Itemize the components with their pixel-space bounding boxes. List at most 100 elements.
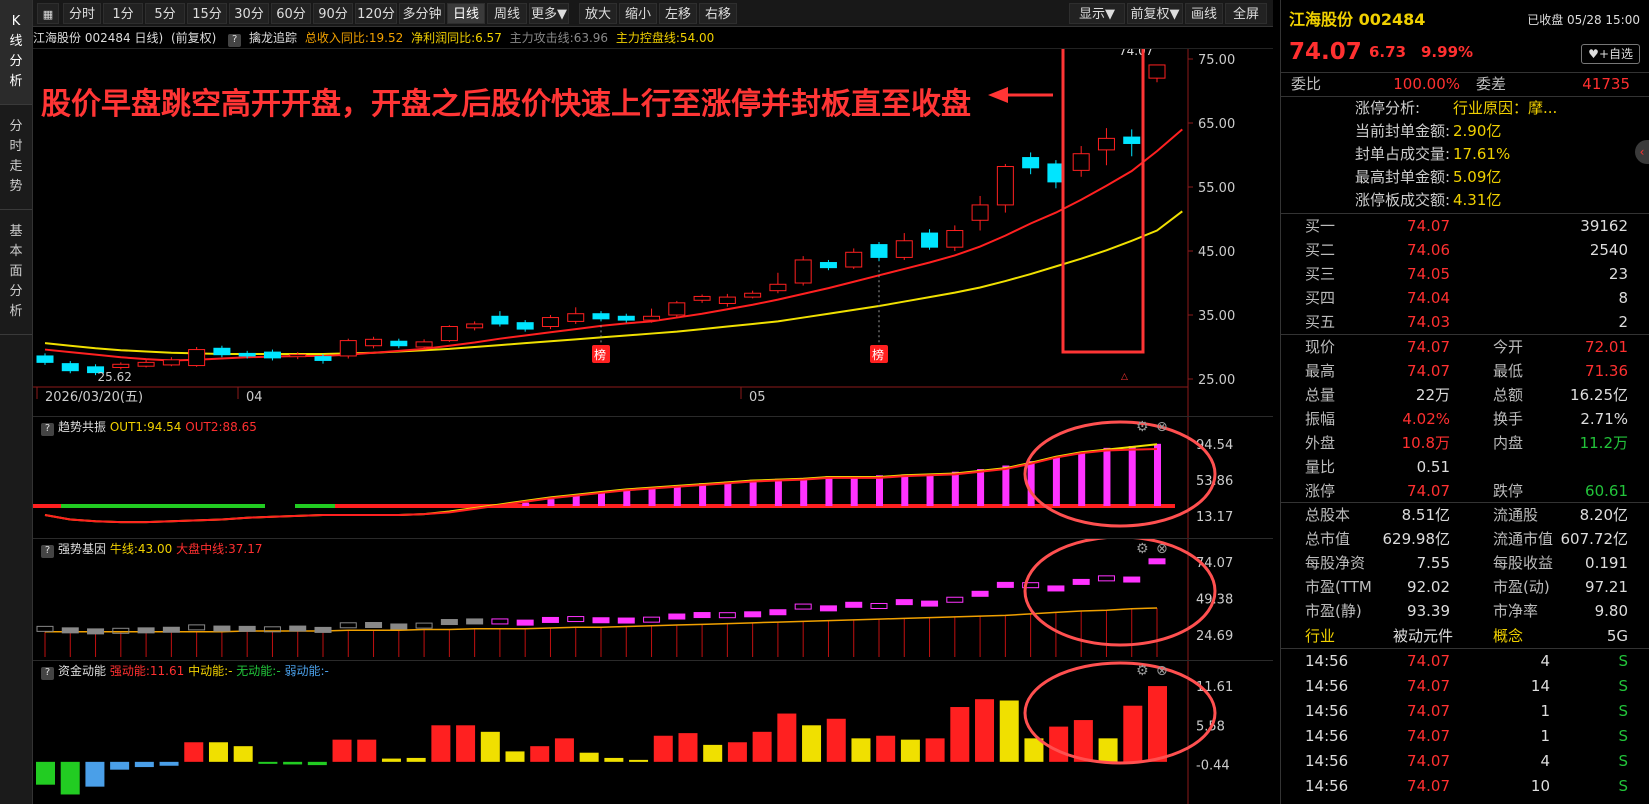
period-button-5[interactable]: 60分 bbox=[271, 3, 311, 24]
limit-info-label: 涨停板成交额: bbox=[1355, 191, 1451, 209]
indicator-name[interactable]: 擒龙追踪 bbox=[249, 31, 297, 45]
fundamental-label: 总股本 bbox=[1305, 506, 1351, 524]
strong-gene-pane[interactable]: 74.07 49.38 24.69 ? 强势基因 牛线:43.00 大盘中线:37.1… bbox=[33, 538, 1273, 661]
fundamental-value: 93.39 bbox=[1407, 602, 1450, 620]
candle-body bbox=[390, 340, 408, 347]
momentum-bar bbox=[999, 700, 1019, 762]
limit-info-label: 最高封单金额: bbox=[1355, 168, 1451, 186]
concept-label[interactable]: 概念 bbox=[1493, 624, 1523, 648]
settings-gear-icon[interactable]: ⚙ bbox=[1136, 419, 1149, 435]
chart-annotation: 股价早盘跳空高开开盘，开盘之后股价快速上行至涨停并封板直至收盘 bbox=[41, 87, 971, 122]
close-icon[interactable]: ⊗ bbox=[1156, 419, 1168, 435]
capital-momentum-pane[interactable]: 11.61 5.58 -0.44 ? 资金动能 强动能:11.61 中动能:- 无动能… bbox=[33, 660, 1273, 804]
limit-info-label: 涨停分析: bbox=[1355, 99, 1421, 117]
tick-volume: 10 bbox=[1530, 777, 1550, 795]
toolbar-right-3[interactable]: 全屏 bbox=[1225, 3, 1267, 24]
quote-value: 60.61 bbox=[1585, 482, 1628, 500]
gene-box bbox=[289, 625, 307, 632]
trend-title: 趋势共振 bbox=[58, 420, 107, 434]
momentum-bar bbox=[826, 718, 846, 762]
limit-info-value: 行业原因：摩... bbox=[1453, 99, 1558, 117]
close-icon[interactable]: ⊗ bbox=[1156, 541, 1168, 557]
quote-row: 量比 0.51 bbox=[1281, 455, 1649, 479]
period-button-4[interactable]: 30分 bbox=[229, 3, 269, 24]
quote-row: 涨停 74.07 跌停 60.61 bbox=[1281, 479, 1649, 503]
kline-chart[interactable]: 75.00 65.00 55.00 45.00 35.00 25.00 2026/03/20… bbox=[33, 44, 1273, 451]
period-button-10[interactable]: 周线 bbox=[487, 3, 527, 24]
period-button-6[interactable]: 90分 bbox=[313, 3, 353, 24]
gene-box bbox=[1097, 575, 1115, 582]
toolbar-right-2[interactable]: 画线 bbox=[1185, 3, 1223, 24]
momentum-bar bbox=[307, 761, 327, 766]
period-button-9[interactable]: 日线 bbox=[447, 3, 485, 24]
quote-label: 振幅 bbox=[1305, 410, 1336, 428]
help-icon[interactable]: ? bbox=[41, 423, 54, 436]
bid-volume: 23 bbox=[1608, 265, 1628, 283]
quote-value: 2.71% bbox=[1580, 410, 1628, 428]
period-button-7[interactable]: 120分 bbox=[355, 3, 397, 24]
candle-body bbox=[617, 315, 635, 321]
momentum-bar bbox=[554, 738, 574, 762]
toolbar-right-0[interactable]: 显示▼ bbox=[1069, 3, 1125, 24]
grid-menu-icon[interactable]: ▦ bbox=[37, 3, 59, 24]
concept-value[interactable]: 5G bbox=[1607, 624, 1628, 648]
candle-body bbox=[36, 355, 54, 363]
industry-value[interactable]: 被动元件 bbox=[1393, 624, 1453, 648]
momentum-bar bbox=[579, 752, 599, 762]
time-tick-label: 04 bbox=[246, 390, 263, 405]
control-line: 主力控盘线:54.00 bbox=[615, 31, 715, 45]
quote-value: 11.2万 bbox=[1579, 434, 1628, 452]
quote-value: 71.36 bbox=[1585, 362, 1628, 380]
bid-level: 买五 bbox=[1305, 313, 1336, 331]
period-button-0[interactable]: 分时 bbox=[63, 3, 101, 24]
quote-row: 振幅 4.02% 换手 2.71% bbox=[1281, 407, 1649, 431]
candle-body bbox=[289, 354, 307, 358]
axis-tick-label: -0.44 bbox=[1196, 759, 1230, 774]
tick-volume: 1 bbox=[1540, 727, 1550, 745]
trend-resonance-pane[interactable]: 94.54 53.86 13.17 ? 趋势共振 OUT1:94.54 OUT2:88… bbox=[33, 416, 1273, 539]
period-button-8[interactable]: 多分钟 bbox=[399, 3, 445, 24]
chart-action-2[interactable]: 左移 bbox=[659, 3, 697, 24]
gene-box bbox=[1072, 578, 1090, 585]
help-icon[interactable]: ? bbox=[41, 545, 54, 558]
bid-volume: 8 bbox=[1618, 289, 1628, 307]
candle-body bbox=[213, 347, 231, 356]
period-toolbar: ▦ 分时 1分 5分 15分 30分 60分 90分 120分 多分钟 日线 周线 更多▼ 放大 缩小 左移… bbox=[33, 0, 1273, 27]
candle-body bbox=[162, 359, 180, 366]
nav-tab-1[interactable]: K 线 分 析 bbox=[0, 0, 32, 105]
fundamental-value: 97.21 bbox=[1585, 578, 1628, 596]
nav-tab-2[interactable]: 分 时 走 势 bbox=[0, 105, 32, 210]
nav-tab-3[interactable]: 基 本 面 分 析 bbox=[0, 210, 32, 335]
bid-level: 买三 bbox=[1305, 265, 1336, 283]
settings-gear-icon[interactable]: ⚙ bbox=[1136, 663, 1149, 679]
chart-action-1[interactable]: 缩小 bbox=[619, 3, 657, 24]
order-diff-label: 委差 bbox=[1476, 75, 1507, 93]
resonance-bar bbox=[951, 471, 959, 506]
chart-action-0[interactable]: 放大 bbox=[579, 3, 617, 24]
period-button-2[interactable]: 5分 bbox=[145, 3, 185, 24]
fundamental-label: 总市值 bbox=[1305, 530, 1351, 548]
axis-tick-label: 13.17 bbox=[1196, 510, 1233, 525]
limit-info-row: 涨停分析: 行业原因：摩... bbox=[1281, 97, 1649, 120]
toolbar-right-1[interactable]: 前复权▼ bbox=[1127, 3, 1183, 24]
ma-red-line bbox=[44, 128, 1183, 362]
help-icon[interactable]: ? bbox=[41, 667, 54, 680]
settings-gear-icon[interactable]: ⚙ bbox=[1136, 541, 1149, 557]
fundamental-label: 每股收益 bbox=[1493, 554, 1554, 572]
add-watchlist-button[interactable]: ♥+自选 bbox=[1581, 44, 1640, 64]
period-button-11[interactable]: 更多▼ bbox=[529, 3, 569, 24]
profit-yoy: 净利润同比:6.57 bbox=[411, 31, 502, 45]
resonance-bar bbox=[1154, 443, 1161, 506]
price-tick-label: 65.00 bbox=[1198, 117, 1235, 132]
close-icon[interactable]: ⊗ bbox=[1156, 663, 1168, 679]
tick-price: 74.07 bbox=[1407, 652, 1450, 670]
tick-row: 14:56 74.07 1 S bbox=[1281, 724, 1649, 749]
period-button-3[interactable]: 15分 bbox=[187, 3, 227, 24]
gene-box bbox=[213, 625, 231, 632]
quote-row: 现价 74.07 今开 72.01 bbox=[1281, 335, 1649, 359]
period-button-1[interactable]: 1分 bbox=[103, 3, 143, 24]
chart-action-3[interactable]: 右移 bbox=[699, 3, 737, 24]
industry-label[interactable]: 行业 bbox=[1305, 624, 1335, 648]
help-icon[interactable]: ? bbox=[228, 34, 242, 47]
momentum-bar bbox=[381, 758, 401, 762]
